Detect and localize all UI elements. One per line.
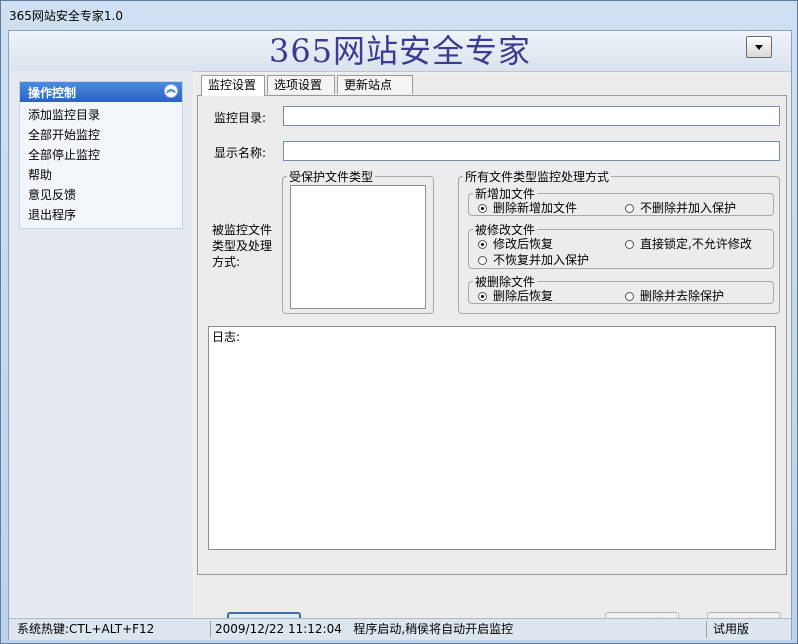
radio-keep-modified[interactable]: 不恢复并加入保护: [478, 251, 589, 268]
protected-file-types-list[interactable]: [290, 185, 426, 309]
radio-unchecked-icon: [478, 256, 487, 265]
log-label: 日志:: [212, 330, 241, 344]
chevron-down-icon: [755, 45, 763, 50]
app-window: 365网站安全专家1.0 365网站安全专家 操作控制 ︽ 添加监控目录 全部开…: [0, 0, 798, 644]
panel-title: 操作控制: [28, 86, 77, 100]
title-bar[interactable]: 365网站安全专家1.0: [1, 1, 797, 29]
tab-update-site[interactable]: 更新站点: [337, 75, 413, 94]
status-edition: 试用版: [713, 622, 750, 636]
tab-monitor-settings[interactable]: 监控设置: [201, 75, 265, 96]
sidebar: 操作控制 ︽ 添加监控目录 全部开始监控 全部停止监控 帮助 意见反馈 退出程序: [9, 71, 193, 617]
status-hotkey: 系统热键:CTL+ALT+F12: [13, 621, 211, 638]
status-datetime: 2009/12/22 11:12:04: [215, 622, 342, 636]
radio-unchecked-icon: [625, 204, 634, 213]
status-message: 程序启动,稍侯将自动开启监控: [353, 622, 514, 636]
status-bar: 系统热键:CTL+ALT+F12 2009/12/22 11:12:04 程序启…: [9, 618, 791, 640]
app-header: 365网站安全专家: [9, 31, 791, 72]
radio-restore-deleted[interactable]: 删除后恢复: [478, 287, 553, 304]
monitor-dir-label: 监控目录:: [214, 111, 267, 125]
sidebar-item-help[interactable]: 帮助: [28, 166, 52, 183]
main-area: 监控设置 选项设置 更新站点 监控目录: 显示名称: 被监控文件类型及处理方式:…: [195, 73, 791, 636]
monitor-settings-page: 监控目录: 显示名称: 被监控文件类型及处理方式: 受保护文件类型 所有文件类型…: [197, 95, 787, 575]
client-area: 365网站安全专家 操作控制 ︽ 添加监控目录 全部开始监控 全部停止监控 帮助…: [8, 30, 792, 640]
radio-restore-modified[interactable]: 修改后恢复: [478, 235, 553, 252]
radio-lock-modified[interactable]: 直接锁定,不允许修改: [625, 235, 752, 252]
operation-panel: 操作控制 ︽ 添加监控目录 全部开始监控 全部停止监控 帮助 意见反馈 退出程序: [19, 81, 183, 229]
sidebar-item-feedback[interactable]: 意见反馈: [28, 186, 76, 203]
radio-unchecked-icon: [625, 292, 634, 301]
display-name-input[interactable]: [283, 141, 780, 161]
log-box[interactable]: 日志:: [208, 326, 776, 550]
sidebar-item-start-all[interactable]: 全部开始监控: [28, 126, 100, 143]
sidebar-item-exit[interactable]: 退出程序: [28, 206, 76, 223]
radio-delete-new-files[interactable]: 删除新增加文件: [478, 199, 577, 216]
display-name-label: 显示名称:: [214, 146, 267, 160]
protected-file-types-legend: 受保护文件类型: [289, 170, 374, 184]
monitor-dir-input[interactable]: [283, 106, 780, 126]
dropdown-menu-button[interactable]: [746, 36, 772, 58]
radio-checked-icon: [478, 292, 487, 301]
radio-remove-protection[interactable]: 删除并去除保护: [625, 287, 724, 304]
file-type-handling-label: 被监控文件类型及处理方式:: [212, 223, 273, 269]
window-title: 365网站安全专家1.0: [9, 9, 123, 23]
panel-header[interactable]: 操作控制 ︽: [20, 82, 182, 102]
app-title: 365网站安全专家: [268, 32, 532, 70]
sidebar-item-add-dir[interactable]: 添加监控目录: [28, 106, 100, 123]
all-file-types-legend: 所有文件类型监控处理方式: [465, 170, 610, 184]
radio-keep-new-files[interactable]: 不删除并加入保护: [625, 199, 736, 216]
collapse-icon[interactable]: ︽: [164, 84, 178, 98]
radio-checked-icon: [478, 204, 487, 213]
tab-option-settings[interactable]: 选项设置: [267, 75, 335, 94]
status-datetime-message: 2009/12/22 11:12:04 程序启动,稍侯将自动开启监控: [211, 621, 707, 638]
sidebar-item-stop-all[interactable]: 全部停止监控: [28, 146, 100, 163]
radio-checked-icon: [478, 240, 487, 249]
radio-unchecked-icon: [625, 240, 634, 249]
